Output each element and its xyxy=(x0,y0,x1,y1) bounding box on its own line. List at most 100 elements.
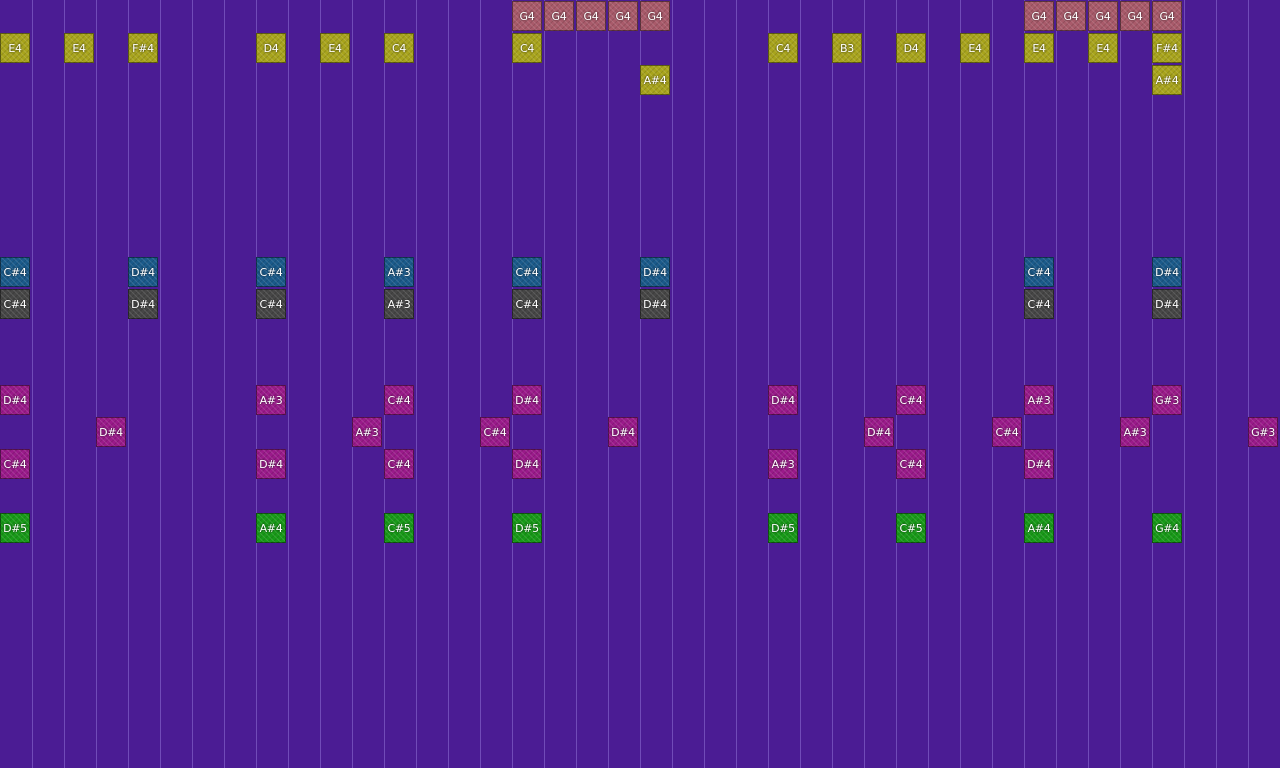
note-block-melody[interactable]: A#4 xyxy=(1152,65,1182,95)
note-block-harmony[interactable]: C#4 xyxy=(384,385,414,415)
note-block-melody[interactable]: E4 xyxy=(64,33,94,63)
note-block-melody[interactable]: D4 xyxy=(256,33,286,63)
grid-column-line xyxy=(960,0,961,768)
grid-column-line xyxy=(64,0,65,768)
note-block-bass[interactable]: A#4 xyxy=(256,513,286,543)
note-block-lead[interactable]: G4 xyxy=(576,1,606,31)
note-block-melody[interactable]: B3 xyxy=(832,33,862,63)
note-block-chord_gray[interactable]: A#3 xyxy=(384,289,414,319)
grid-column-line xyxy=(192,0,193,768)
note-block-harmony[interactable]: C#4 xyxy=(896,449,926,479)
note-block-chord_gray[interactable]: C#4 xyxy=(0,289,30,319)
note-block-chord_gray[interactable]: D#4 xyxy=(1152,289,1182,319)
note-block-chord_blue[interactable]: C#4 xyxy=(256,257,286,287)
grid-column-line xyxy=(640,0,641,768)
note-block-harmony[interactable]: A#3 xyxy=(256,385,286,415)
grid-column-line xyxy=(448,0,449,768)
grid-column-line xyxy=(1056,0,1057,768)
grid-column-line xyxy=(608,0,609,768)
note-block-melody[interactable]: C4 xyxy=(384,33,414,63)
note-block-melody[interactable]: E4 xyxy=(960,33,990,63)
grid-column-line xyxy=(512,0,513,768)
note-block-bass[interactable]: D#5 xyxy=(0,513,30,543)
note-block-lead[interactable]: G4 xyxy=(1024,1,1054,31)
note-block-chord_gray[interactable]: C#4 xyxy=(512,289,542,319)
note-block-harmony[interactable]: D#4 xyxy=(256,449,286,479)
grid-column-line xyxy=(1024,0,1025,768)
grid-column-line xyxy=(768,0,769,768)
note-block-lead[interactable]: G4 xyxy=(1120,1,1150,31)
note-block-melody[interactable]: E4 xyxy=(320,33,350,63)
note-block-harmony[interactable]: D#4 xyxy=(0,385,30,415)
note-block-chord_blue[interactable]: D#4 xyxy=(128,257,158,287)
note-block-chord_blue[interactable]: C#4 xyxy=(512,257,542,287)
note-block-melody[interactable]: E4 xyxy=(0,33,30,63)
note-block-harmony[interactable]: G#3 xyxy=(1248,417,1278,447)
note-block-lead[interactable]: G4 xyxy=(1088,1,1118,31)
note-block-harmony[interactable]: C#4 xyxy=(480,417,510,447)
note-block-chord_gray[interactable]: D#4 xyxy=(640,289,670,319)
grid-column-line xyxy=(672,0,673,768)
note-block-bass[interactable]: C#5 xyxy=(896,513,926,543)
grid-column-line xyxy=(256,0,257,768)
note-block-harmony[interactable]: D#4 xyxy=(768,385,798,415)
note-block-chord_gray[interactable]: C#4 xyxy=(1024,289,1054,319)
note-block-harmony[interactable]: D#4 xyxy=(512,449,542,479)
note-block-lead[interactable]: G4 xyxy=(1152,1,1182,31)
note-block-melody[interactable]: A#4 xyxy=(640,65,670,95)
note-block-chord_blue[interactable]: D#4 xyxy=(1152,257,1182,287)
note-block-lead[interactable]: G4 xyxy=(1056,1,1086,31)
note-block-chord_blue[interactable]: A#3 xyxy=(384,257,414,287)
grid-column-line xyxy=(128,0,129,768)
note-block-harmony[interactable]: D#4 xyxy=(1024,449,1054,479)
grid-column-line xyxy=(160,0,161,768)
note-block-harmony[interactable]: D#4 xyxy=(864,417,894,447)
note-block-melody[interactable]: D4 xyxy=(896,33,926,63)
grid-column-line xyxy=(1152,0,1153,768)
note-block-melody[interactable]: F#4 xyxy=(1152,33,1182,63)
note-block-lead[interactable]: G4 xyxy=(512,1,542,31)
note-block-bass[interactable]: A#4 xyxy=(1024,513,1054,543)
note-block-lead[interactable]: G4 xyxy=(608,1,638,31)
note-block-melody[interactable]: F#4 xyxy=(128,33,158,63)
note-block-chord_gray[interactable]: C#4 xyxy=(256,289,286,319)
grid-column-line xyxy=(1120,0,1121,768)
note-block-harmony[interactable]: D#4 xyxy=(512,385,542,415)
note-block-lead[interactable]: G4 xyxy=(544,1,574,31)
note-block-melody[interactable]: E4 xyxy=(1088,33,1118,63)
note-block-harmony[interactable]: C#4 xyxy=(384,449,414,479)
grid-column-line xyxy=(736,0,737,768)
note-block-harmony[interactable]: C#4 xyxy=(896,385,926,415)
note-block-harmony[interactable]: G#3 xyxy=(1152,385,1182,415)
note-block-melody[interactable]: E4 xyxy=(1024,33,1054,63)
note-block-chord_blue[interactable]: C#4 xyxy=(1024,257,1054,287)
note-block-bass[interactable]: D#5 xyxy=(512,513,542,543)
note-block-bass[interactable]: D#5 xyxy=(768,513,798,543)
note-block-harmony[interactable]: C#4 xyxy=(0,449,30,479)
note-block-chord_blue[interactable]: D#4 xyxy=(640,257,670,287)
note-block-harmony[interactable]: A#3 xyxy=(1024,385,1054,415)
note-block-harmony[interactable]: C#4 xyxy=(992,417,1022,447)
grid-column-line xyxy=(928,0,929,768)
grid-column-line xyxy=(1088,0,1089,768)
note-block-chord_gray[interactable]: D#4 xyxy=(128,289,158,319)
note-block-harmony[interactable]: D#4 xyxy=(96,417,126,447)
grid-column-line xyxy=(96,0,97,768)
grid-column-line xyxy=(800,0,801,768)
note-block-bass[interactable]: G#4 xyxy=(1152,513,1182,543)
grid-column-line xyxy=(1216,0,1217,768)
note-block-melody[interactable]: C4 xyxy=(512,33,542,63)
piano-roll-grid[interactable]: G4 G4 G4 G4 G4 G4 G4 G4 G4 G4 E4 E4 F#4 D4 E4 C4 C4 C4 B3 D… xyxy=(0,0,1280,768)
grid-column-line xyxy=(416,0,417,768)
grid-column-line xyxy=(480,0,481,768)
note-block-harmony[interactable]: A#3 xyxy=(352,417,382,447)
grid-column-line xyxy=(1248,0,1249,768)
note-block-chord_blue[interactable]: C#4 xyxy=(0,257,30,287)
note-block-harmony[interactable]: A#3 xyxy=(1120,417,1150,447)
note-block-harmony[interactable]: D#4 xyxy=(608,417,638,447)
note-block-harmony[interactable]: A#3 xyxy=(768,449,798,479)
note-block-lead[interactable]: G4 xyxy=(640,1,670,31)
note-block-melody[interactable]: C4 xyxy=(768,33,798,63)
note-block-bass[interactable]: C#5 xyxy=(384,513,414,543)
grid-column-line xyxy=(704,0,705,768)
